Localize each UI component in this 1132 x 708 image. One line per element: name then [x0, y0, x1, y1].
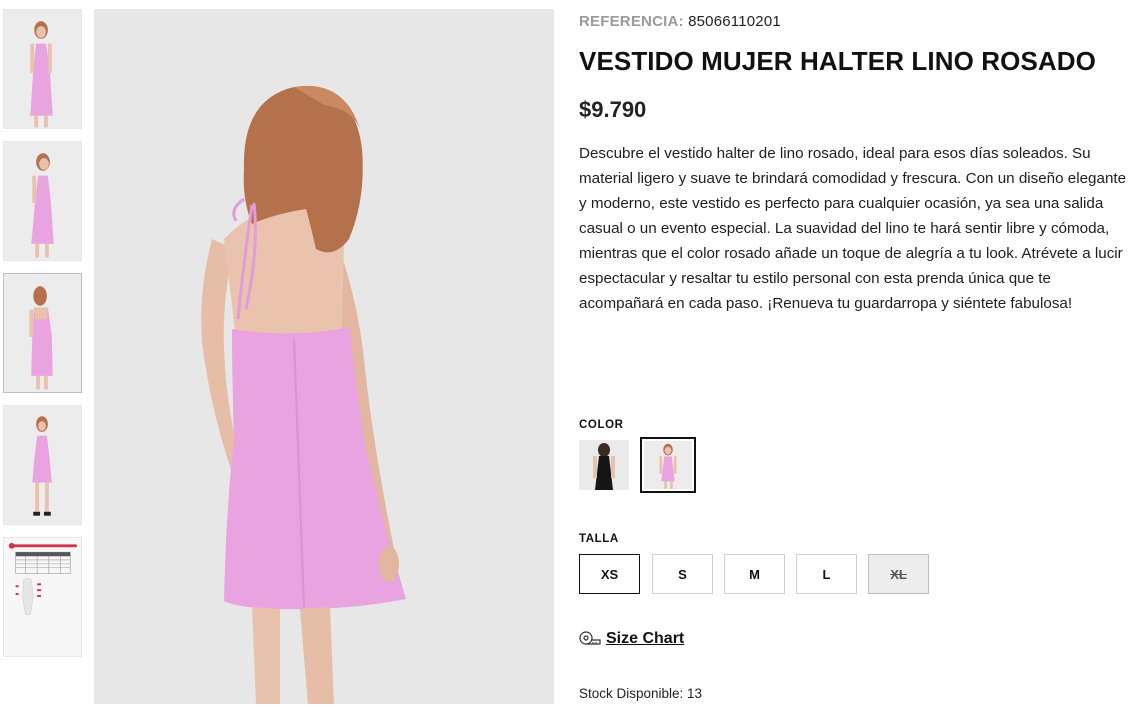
product-title: VESTIDO MUJER HALTER LINO ROSADO — [579, 46, 1096, 76]
size-option-l[interactable]: L — [796, 554, 857, 594]
product-price: $9.790 — [579, 97, 647, 122]
thumbnail-front-view[interactable] — [3, 9, 82, 129]
thumbnail-size-chart[interactable] — [3, 537, 82, 657]
product-description: Descubre el vestido halter de lino rosad… — [579, 145, 1127, 312]
size-option-xl[interactable]: XL — [868, 554, 929, 594]
color-swatch-pink[interactable] — [640, 437, 696, 493]
main-product-image[interactable] — [94, 9, 554, 704]
black-dress-swatch-photo — [579, 440, 629, 490]
stock-available: Stock Disponible: 13 — [579, 686, 703, 701]
color-swatch-black[interactable] — [579, 440, 629, 490]
size-option-s[interactable]: S — [652, 554, 713, 594]
woman-full-body-photo — [4, 406, 81, 524]
pink-dress-swatch-photo — [644, 441, 692, 489]
woman-back-photo — [4, 274, 81, 392]
woman-back-dress-photo — [94, 9, 554, 704]
size-label: TALLA — [579, 533, 619, 545]
size-option-xs[interactable]: XS — [579, 554, 640, 594]
size-chart-image — [4, 538, 81, 656]
reference: REFERENCIA: 85066110201 — [579, 13, 781, 30]
tape-measure-icon — [579, 631, 601, 645]
thumbnail-full-body-view[interactable] — [3, 405, 82, 525]
size-option-m[interactable]: M — [724, 554, 785, 594]
thumbnail-back-view[interactable] — [3, 273, 82, 393]
woman-front-photo — [4, 10, 81, 128]
reference-value: 85066110201 — [688, 13, 781, 30]
reference-label: REFERENCIA: — [579, 13, 684, 30]
woman-side-photo — [4, 142, 81, 260]
size-chart-link[interactable]: Size Chart — [579, 630, 684, 648]
size-chart-label[interactable]: Size Chart — [606, 630, 684, 648]
color-label: COLOR — [579, 419, 624, 431]
thumbnail-front-side-view[interactable] — [3, 141, 82, 261]
